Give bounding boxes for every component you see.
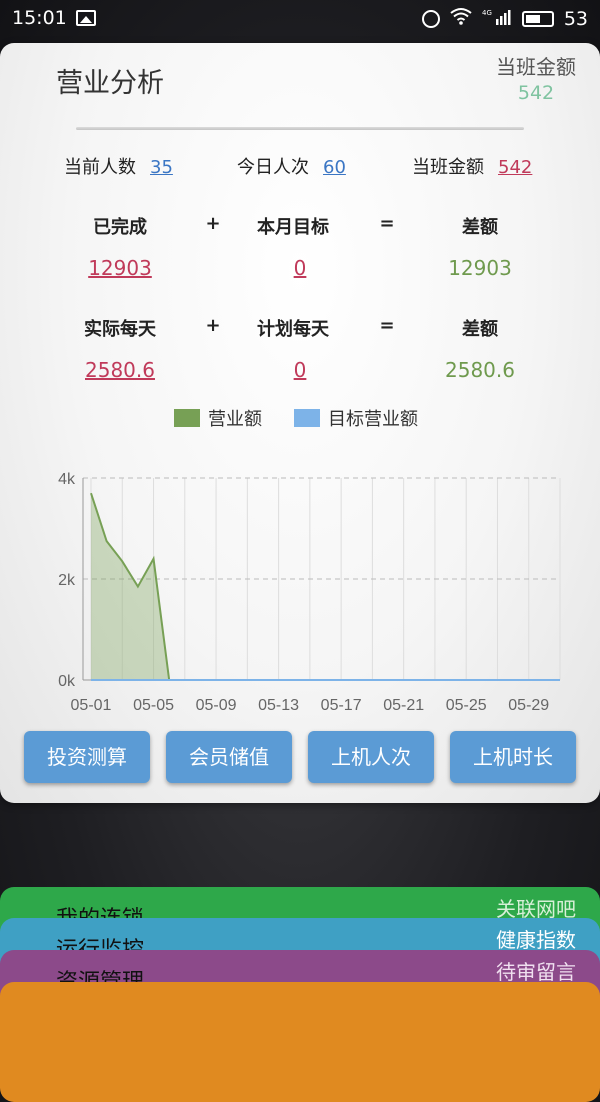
revenue-line-chart: 0k 2k 4k 05-01 05-05 05-09 05-13 05-17 05-21 05-2… <box>0 458 600 718</box>
signal-icon: 4G <box>482 8 512 29</box>
legend-label: 目标营业额 <box>328 405 418 431</box>
stat-current-users-value[interactable]: 35 <box>150 157 173 178</box>
stat-today-visits-value[interactable]: 60 <box>323 157 346 178</box>
stat-shift-amount: 当班金额 542 <box>412 153 532 179</box>
completed-value[interactable]: 12903 <box>88 256 152 280</box>
status-indicators: 4G 53 <box>422 7 588 30</box>
planned-daily-heading: 计划每天 <box>257 315 329 341</box>
stat-current-users: 当前人数 35 <box>64 153 173 179</box>
status-bar: 15:01 4G 53 <box>0 0 600 38</box>
difference-heading: 差额 <box>462 315 498 341</box>
x-tick-label: 05-25 <box>446 697 487 714</box>
stat-shift-amount-value[interactable]: 542 <box>498 157 532 178</box>
y-tick-label: 2k <box>58 572 76 589</box>
stats-row: 当前人数 35 今日人次 60 当班金额 542 <box>0 153 600 183</box>
alarm-icon <box>422 10 440 28</box>
equals-operator: = <box>379 315 394 336</box>
image-notification-icon <box>76 10 96 26</box>
x-tick-label: 05-13 <box>258 697 299 714</box>
member-topup-button[interactable]: 会员储值 <box>166 731 292 783</box>
status-time: 15:01 <box>12 7 67 29</box>
stack-card-monitor-link[interactable]: 健康指数 <box>496 924 576 953</box>
battery-icon <box>522 11 554 27</box>
x-tick-label: 05-29 <box>508 697 549 714</box>
actual-daily-heading: 实际每天 <box>84 315 156 341</box>
x-tick-label: 05-17 <box>321 697 362 714</box>
x-tick-label: 05-01 <box>71 697 112 714</box>
investment-calc-button[interactable]: 投资测算 <box>24 731 150 783</box>
x-tick-label: 05-21 <box>383 697 424 714</box>
page-title: 营业分析 <box>56 61 164 100</box>
network-type: 4G <box>482 9 492 17</box>
stat-label: 今日人次 <box>237 157 309 178</box>
plus-operator: + <box>205 213 220 234</box>
monthly-target-value[interactable]: 0 <box>294 256 307 280</box>
stack-card-resources-link[interactable]: 待审留言 <box>496 956 576 985</box>
daily-difference-value: 2580.6 <box>445 358 515 382</box>
header-divider <box>76 127 524 130</box>
battery-level: 53 <box>564 8 588 30</box>
x-tick-label: 05-05 <box>133 697 174 714</box>
equals-operator: = <box>379 213 394 234</box>
legend-swatch-target <box>294 409 320 427</box>
stat-label: 当班金额 <box>412 157 484 178</box>
difference-value: 12903 <box>448 256 512 280</box>
plus-operator: + <box>205 315 220 336</box>
y-tick-label: 4k <box>58 471 76 488</box>
wifi-icon <box>450 7 472 30</box>
session-count-button[interactable]: 上机人次 <box>308 731 434 783</box>
stack-card-more[interactable] <box>0 982 600 1102</box>
difference-heading: 差额 <box>462 213 498 239</box>
shift-amount-summary: 当班金额 542 <box>496 51 576 104</box>
business-analysis-card: 营业分析 当班金额 542 当前人数35 今日人次60 当班金额542 已完成 … <box>0 43 600 803</box>
actual-daily-value[interactable]: 2580.6 <box>85 358 155 382</box>
session-duration-button[interactable]: 上机时长 <box>450 731 576 783</box>
legend-item-revenue: 营业额 <box>174 405 262 431</box>
shift-amount-value: 542 <box>496 82 576 104</box>
legend-item-target: 目标营业额 <box>294 405 418 431</box>
shift-amount-label: 当班金额 <box>496 51 576 80</box>
y-tick-label: 0k <box>58 673 76 690</box>
legend-swatch-revenue <box>174 409 200 427</box>
x-tick-label: 05-09 <box>196 697 237 714</box>
legend-label: 营业额 <box>208 405 262 431</box>
monthly-target-heading: 本月目标 <box>257 213 329 239</box>
completed-heading: 已完成 <box>93 213 147 239</box>
planned-daily-value[interactable]: 0 <box>294 358 307 382</box>
stat-today-visits: 今日人次 60 <box>237 153 346 179</box>
stat-label: 当前人数 <box>64 157 136 178</box>
